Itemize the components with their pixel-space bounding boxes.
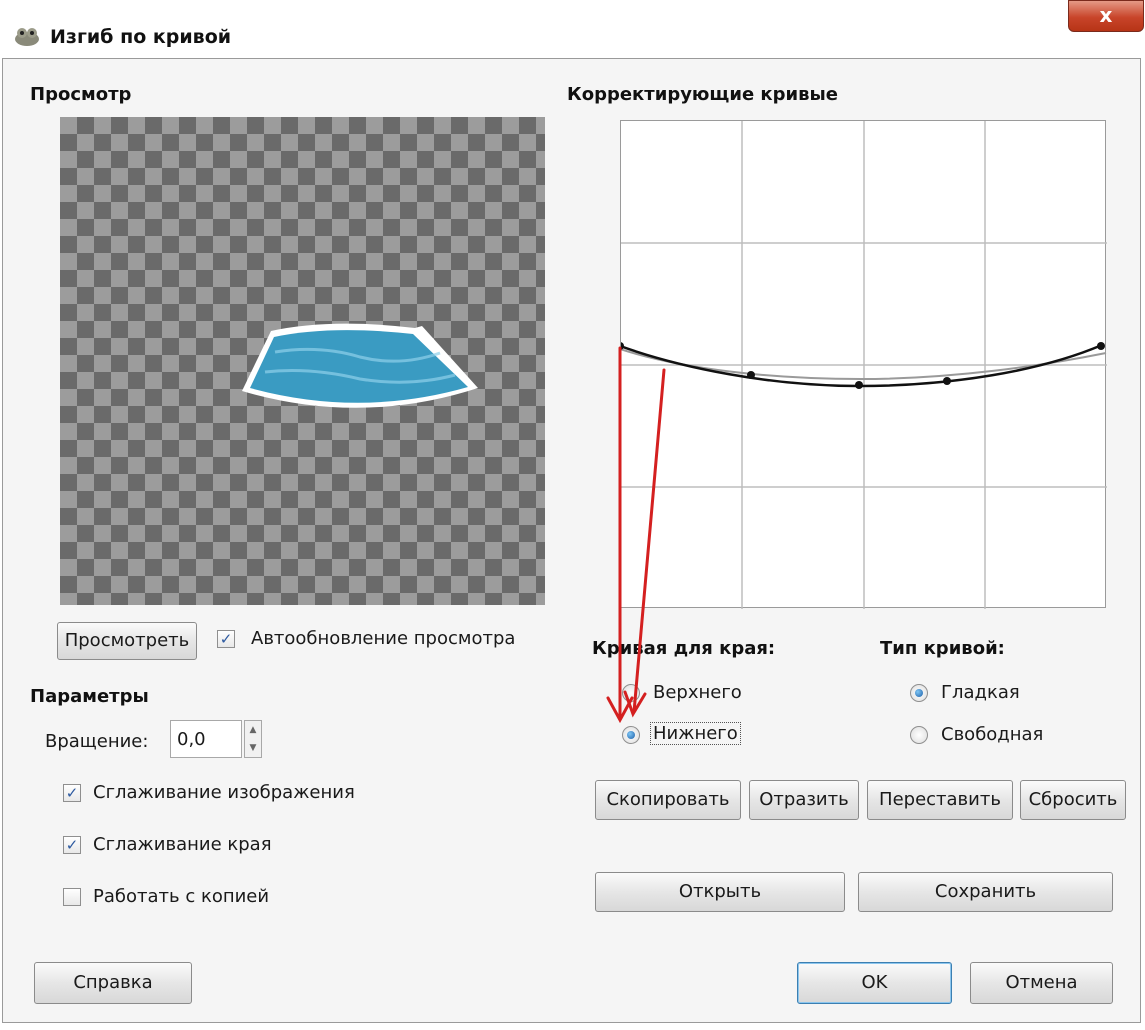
edge-top-radio[interactable] [622, 684, 640, 702]
work-on-copy-label: Работать с копией [93, 886, 270, 907]
copy-button[interactable]: Скопировать [595, 780, 741, 820]
preview-canvas [60, 117, 545, 605]
antialias-edge-checkbox[interactable]: ✓ [63, 836, 81, 854]
curve-editor[interactable] [616, 120, 1107, 609]
gimp-app-icon [15, 28, 39, 46]
type-free-radio[interactable] [910, 726, 928, 744]
save-button-label: Сохранить [934, 881, 1037, 902]
ok-button[interactable]: OK [797, 962, 952, 1004]
auto-update-checkbox[interactable]: ✓ [217, 630, 235, 648]
curve-control-point[interactable] [616, 342, 624, 350]
curve-control-point[interactable] [943, 377, 951, 385]
rotation-input[interactable] [170, 720, 242, 758]
edge-bottom-radio[interactable] [622, 726, 640, 744]
spin-up-icon[interactable]: ▲ [245, 721, 261, 739]
swap-button-label: Переставить [879, 789, 1001, 810]
ok-button-label: OK [861, 972, 888, 993]
preview-button[interactable]: Просмотреть [57, 622, 197, 660]
cancel-button-label: Отмена [1005, 972, 1078, 993]
copy-button-label: Скопировать [606, 789, 730, 810]
preview-button-label: Просмотреть [64, 630, 190, 651]
antialias-image-checkbox[interactable]: ✓ [63, 784, 81, 802]
curve-control-point[interactable] [855, 381, 863, 389]
edge-top-label: Верхнего [653, 682, 742, 703]
type-free-label: Свободная [941, 724, 1044, 745]
antialias-image-label: Сглаживание изображения [93, 782, 355, 803]
curves-heading: Корректирующие кривые [567, 84, 839, 105]
close-button[interactable]: x [1068, 0, 1144, 32]
rotation-label: Вращение: [45, 731, 149, 752]
window-title: Изгиб по кривой [50, 26, 232, 48]
rotation-stepper[interactable]: ▲ ▼ [244, 720, 262, 758]
type-smooth-radio[interactable] [910, 684, 928, 702]
title-bar: Изгиб по кривой x [0, 0, 1145, 58]
reset-button-label: Сбросить [1028, 789, 1118, 810]
save-button[interactable]: Сохранить [858, 872, 1113, 912]
curve-type-heading: Тип кривой: [880, 638, 1005, 659]
work-on-copy-checkbox[interactable] [63, 888, 81, 906]
params-heading: Параметры [30, 686, 149, 707]
spin-down-icon[interactable]: ▼ [245, 739, 261, 757]
type-smooth-label: Гладкая [941, 682, 1020, 703]
help-button[interactable]: Справка [34, 962, 192, 1004]
preview-heading: Просмотр [30, 84, 132, 105]
reset-button[interactable]: Сбросить [1020, 780, 1126, 820]
curve-grid[interactable] [616, 121, 1107, 609]
antialias-edge-label: Сглаживание края [93, 834, 272, 855]
swap-button[interactable]: Переставить [867, 780, 1013, 820]
mirror-button[interactable]: Отразить [749, 780, 859, 820]
edge-heading: Кривая для края: [592, 638, 776, 659]
auto-update-label: Автообновление просмотра [251, 628, 516, 649]
open-button[interactable]: Открыть [595, 872, 845, 912]
curve-control-point[interactable] [1097, 342, 1105, 350]
curve-control-point[interactable] [747, 371, 755, 379]
preview-image [242, 323, 478, 408]
mirror-button-label: Отразить [759, 789, 849, 810]
open-button-label: Открыть [678, 881, 762, 902]
cancel-button[interactable]: Отмена [970, 962, 1113, 1004]
edge-bottom-label: Нижнего [650, 722, 741, 745]
help-button-label: Справка [73, 972, 153, 993]
